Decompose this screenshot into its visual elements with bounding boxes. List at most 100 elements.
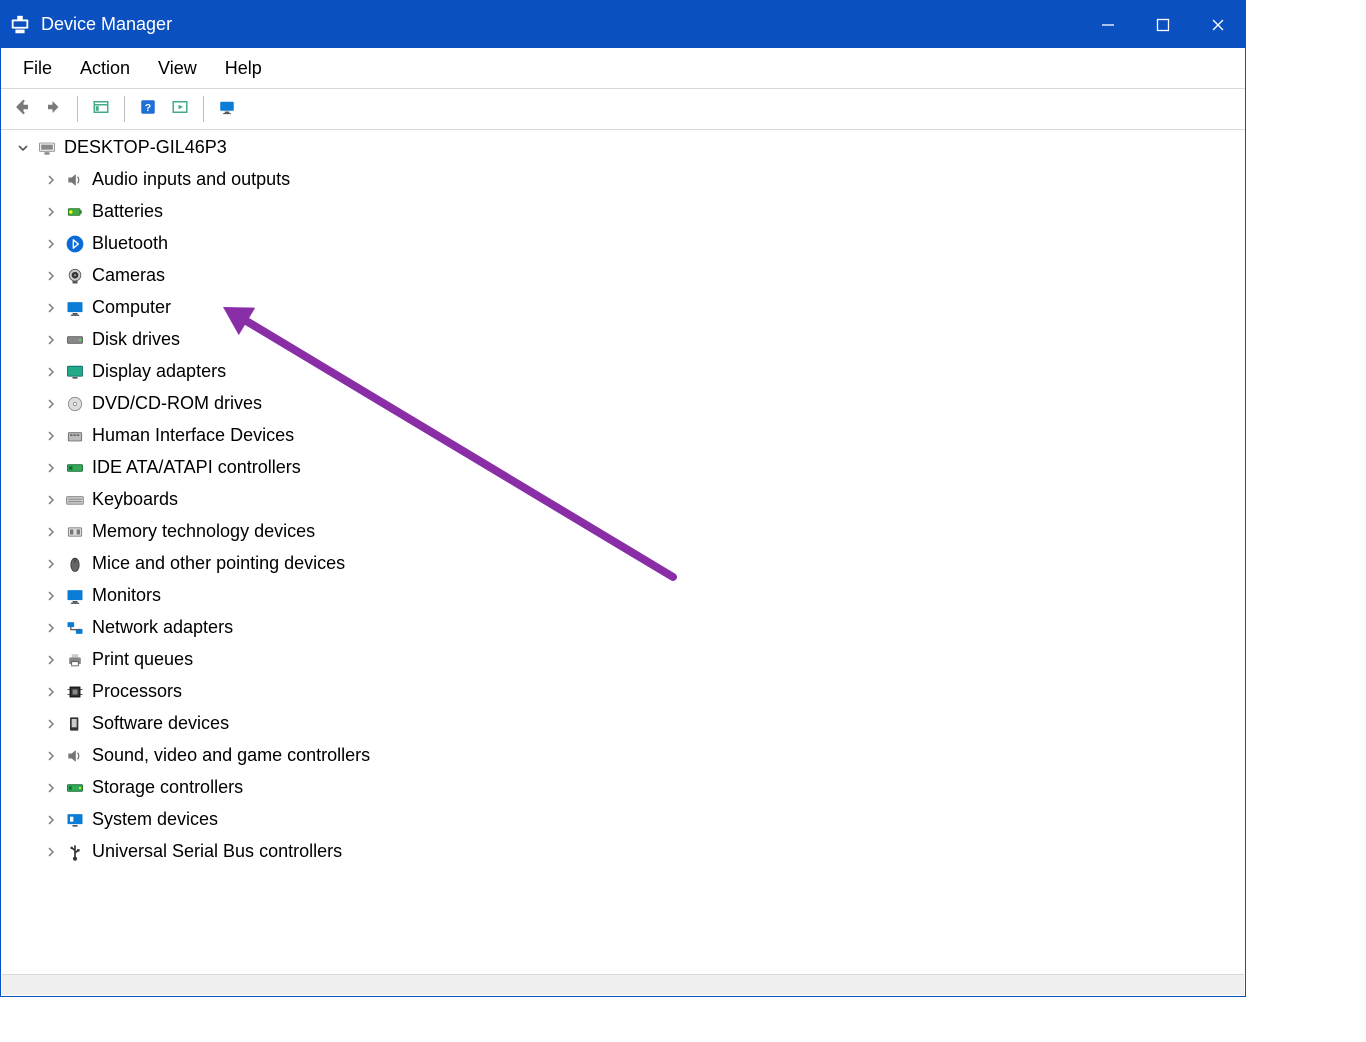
statusbar xyxy=(2,974,1244,995)
keyboard-icon xyxy=(64,489,86,511)
tree-node-audio[interactable]: Audio inputs and outputs xyxy=(34,164,1240,196)
tree-node-monitor[interactable]: Monitors xyxy=(34,580,1240,612)
system-icon xyxy=(64,809,86,831)
audio-icon xyxy=(64,745,86,767)
tree-root-node[interactable]: DESKTOP-GIL46P3 xyxy=(6,132,1240,164)
chevron-down-icon[interactable] xyxy=(14,139,32,157)
dvd-icon xyxy=(64,393,86,415)
device-manager-window: Device Manager FileActionViewHelp ? DESK… xyxy=(0,0,1246,997)
tree-node-label: Cameras xyxy=(92,266,165,286)
maximize-button[interactable] xyxy=(1135,1,1190,48)
menu-file[interactable]: File xyxy=(9,54,66,83)
tree-node-bluetooth[interactable]: Bluetooth xyxy=(34,228,1240,260)
forward-icon xyxy=(45,98,63,121)
tree-node-label: Memory technology devices xyxy=(92,522,315,542)
tree-node-storage[interactable]: Storage controllers xyxy=(34,772,1240,804)
chevron-right-icon[interactable] xyxy=(42,363,60,381)
toolbar-back-button[interactable] xyxy=(9,96,35,122)
display-icon xyxy=(64,361,86,383)
tree-node-label: Disk drives xyxy=(92,330,180,350)
chevron-right-icon[interactable] xyxy=(42,299,60,317)
memory-icon xyxy=(64,521,86,543)
window-controls xyxy=(1080,1,1245,48)
toolbar-monitor-settings-button[interactable] xyxy=(214,96,240,122)
chevron-right-icon[interactable] xyxy=(42,331,60,349)
chevron-right-icon[interactable] xyxy=(42,587,60,605)
chevron-right-icon[interactable] xyxy=(42,843,60,861)
battery-icon xyxy=(64,201,86,223)
tree-node-label: Display adapters xyxy=(92,362,226,382)
chevron-right-icon[interactable] xyxy=(42,651,60,669)
chevron-right-icon[interactable] xyxy=(42,171,60,189)
close-button[interactable] xyxy=(1190,1,1245,48)
chevron-right-icon[interactable] xyxy=(42,747,60,765)
menu-view[interactable]: View xyxy=(144,54,211,83)
device-tree[interactable]: DESKTOP-GIL46P3 Audio inputs and outputs… xyxy=(2,126,1244,974)
app-icon xyxy=(9,14,31,36)
tree-node-label: Processors xyxy=(92,682,182,702)
tree-node-dvd[interactable]: DVD/CD-ROM drives xyxy=(34,388,1240,420)
tree-node-monitor[interactable]: Computer xyxy=(34,292,1240,324)
chevron-right-icon[interactable] xyxy=(42,267,60,285)
tree-node-network[interactable]: Network adapters xyxy=(34,612,1240,644)
menu-help[interactable]: Help xyxy=(211,54,276,83)
tree-node-label: Print queues xyxy=(92,650,193,670)
tree-node-label: Keyboards xyxy=(92,490,178,510)
titlebar: Device Manager xyxy=(1,1,1245,48)
usb-icon xyxy=(64,841,86,863)
chevron-right-icon[interactable] xyxy=(42,395,60,413)
menu-action[interactable]: Action xyxy=(66,54,144,83)
chevron-right-icon[interactable] xyxy=(42,779,60,797)
tree-node-label: Network adapters xyxy=(92,618,233,638)
menubar: FileActionViewHelp xyxy=(1,48,1245,89)
chevron-right-icon[interactable] xyxy=(42,523,60,541)
tree-node-display[interactable]: Display adapters xyxy=(34,356,1240,388)
tree-node-label: Monitors xyxy=(92,586,161,606)
tree-node-cpu[interactable]: Processors xyxy=(34,676,1240,708)
chevron-right-icon[interactable] xyxy=(42,427,60,445)
tree-node-memory[interactable]: Memory technology devices xyxy=(34,516,1240,548)
window-title: Device Manager xyxy=(41,14,172,35)
tree-node-label: Storage controllers xyxy=(92,778,243,798)
tree-node-usb[interactable]: Universal Serial Bus controllers xyxy=(34,836,1240,868)
scan-icon xyxy=(171,98,189,121)
chevron-right-icon[interactable] xyxy=(42,491,60,509)
chevron-right-icon[interactable] xyxy=(42,715,60,733)
tree-node-disk[interactable]: Disk drives xyxy=(34,324,1240,356)
tree-node-label: System devices xyxy=(92,810,218,830)
toolbar-show-hide-button[interactable] xyxy=(88,96,114,122)
bluetooth-icon xyxy=(64,233,86,255)
tree-node-audio[interactable]: Sound, video and game controllers xyxy=(34,740,1240,772)
titlebar-left: Device Manager xyxy=(9,14,172,36)
mouse-icon xyxy=(64,553,86,575)
chevron-right-icon[interactable] xyxy=(42,555,60,573)
tree-node-printer[interactable]: Print queues xyxy=(34,644,1240,676)
tree-node-mouse[interactable]: Mice and other pointing devices xyxy=(34,548,1240,580)
tree-root-label: DESKTOP-GIL46P3 xyxy=(64,138,227,158)
toolbar-help-button[interactable]: ? xyxy=(135,96,161,122)
tree-node-label: Computer xyxy=(92,298,171,318)
tree-node-software[interactable]: Software devices xyxy=(34,708,1240,740)
chevron-right-icon[interactable] xyxy=(42,235,60,253)
chevron-right-icon[interactable] xyxy=(42,203,60,221)
tree-node-label: Mice and other pointing devices xyxy=(92,554,345,574)
toolbar-forward-button[interactable] xyxy=(41,96,67,122)
tree-node-camera[interactable]: Cameras xyxy=(34,260,1240,292)
back-icon xyxy=(13,98,31,121)
chevron-right-icon[interactable] xyxy=(42,459,60,477)
svg-text:?: ? xyxy=(145,101,151,113)
tree-node-label: DVD/CD-ROM drives xyxy=(92,394,262,414)
toolbar: ? xyxy=(1,89,1245,130)
minimize-button[interactable] xyxy=(1080,1,1135,48)
tree-node-hid[interactable]: Human Interface Devices xyxy=(34,420,1240,452)
tree-node-label: Bluetooth xyxy=(92,234,168,254)
chevron-right-icon[interactable] xyxy=(42,683,60,701)
camera-icon xyxy=(64,265,86,287)
chevron-right-icon[interactable] xyxy=(42,619,60,637)
toolbar-scan-button[interactable] xyxy=(167,96,193,122)
tree-node-ide[interactable]: IDE ATA/ATAPI controllers xyxy=(34,452,1240,484)
tree-node-battery[interactable]: Batteries xyxy=(34,196,1240,228)
tree-node-keyboard[interactable]: Keyboards xyxy=(34,484,1240,516)
tree-node-system[interactable]: System devices xyxy=(34,804,1240,836)
chevron-right-icon[interactable] xyxy=(42,811,60,829)
